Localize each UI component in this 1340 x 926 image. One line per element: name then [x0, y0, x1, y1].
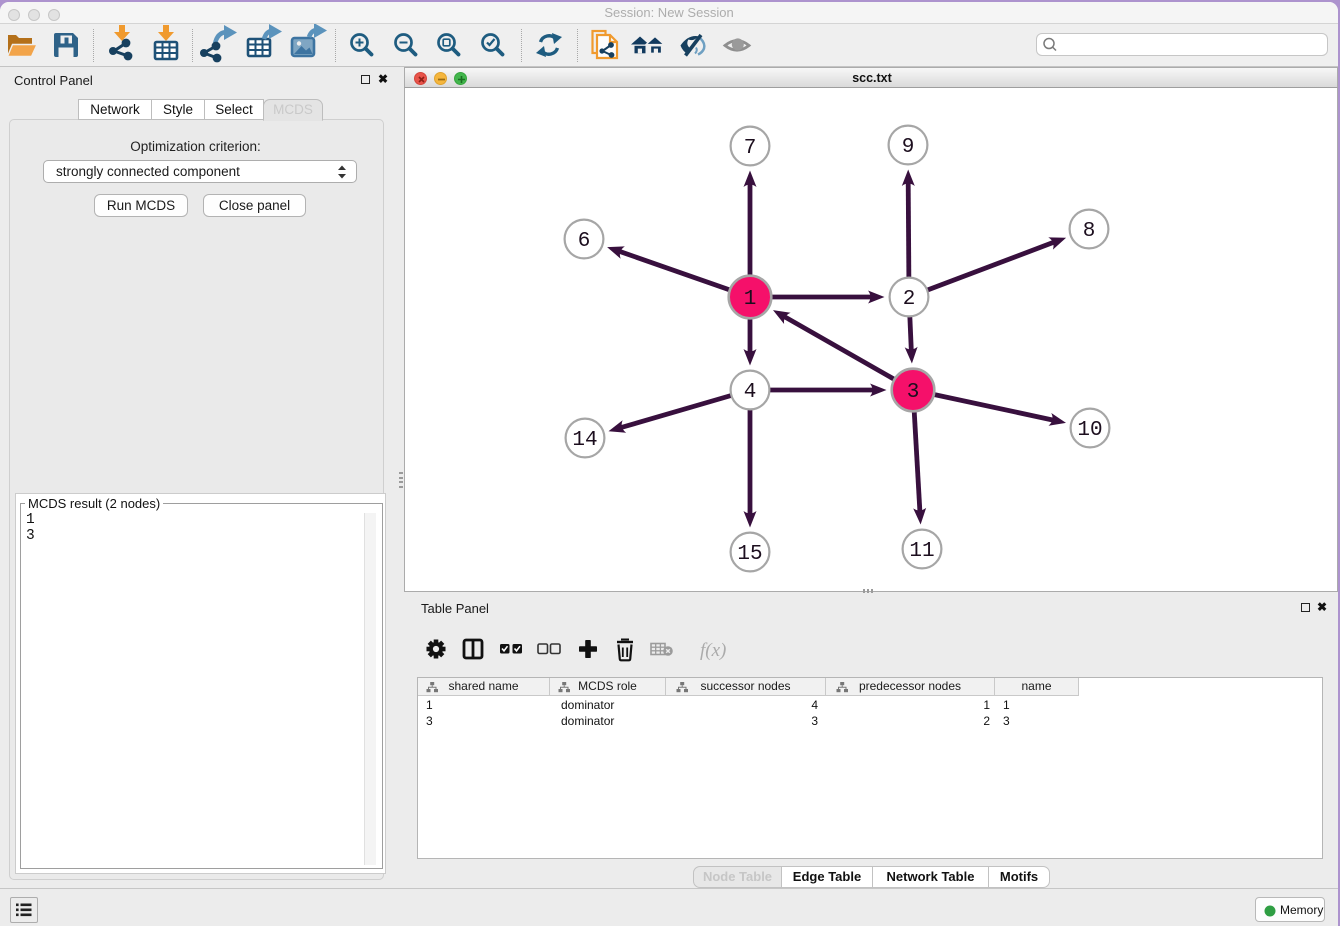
svg-text:9: 9 [902, 136, 915, 159]
svg-text:11: 11 [909, 540, 934, 563]
svg-text:3: 3 [907, 381, 920, 404]
svg-text:8: 8 [1083, 220, 1096, 243]
svg-text:7: 7 [744, 137, 757, 160]
svg-text:f(x): f(x) [700, 640, 726, 661]
svg-text:1: 1 [744, 288, 757, 311]
svg-text:15: 15 [737, 543, 762, 566]
svg-text:4: 4 [744, 381, 757, 404]
svg-text:10: 10 [1077, 419, 1102, 442]
svg-text:14: 14 [572, 429, 597, 452]
svg-text:6: 6 [578, 230, 591, 253]
svg-text:2: 2 [903, 288, 916, 311]
